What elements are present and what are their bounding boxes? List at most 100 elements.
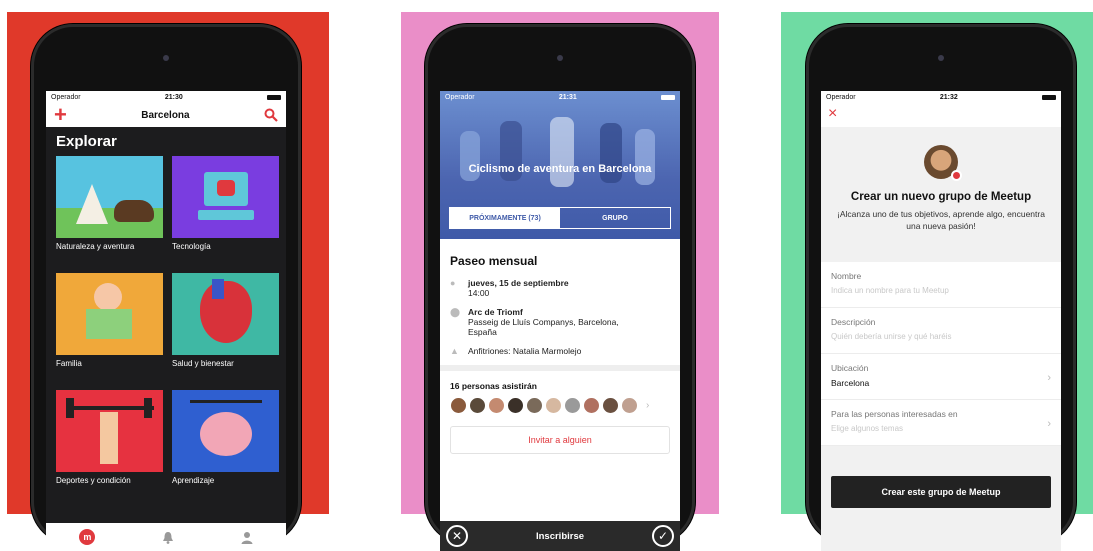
phone-frame: Operador 21:30 + Barcelona Explorar Natu… [31,24,301,551]
avatar [526,397,543,414]
explore-screen: Operador 21:30 + Barcelona Explorar Natu… [46,91,286,551]
status-bar: Operador 21:31 [440,91,680,103]
attendee-count: 16 personas asistirán [450,381,537,391]
status-time: 21:30 [164,93,183,101]
event-screen: Operador 21:31 Ciclismo de aventura en B… [440,91,680,551]
group-form: Nombre Indica un nombre para tu Meetup D… [821,262,1061,446]
close-icon[interactable]: × [821,103,1061,127]
nature-image [56,156,163,238]
category-tile[interactable]: Aprendizaje [172,390,279,507]
field-value: Barcelona [831,378,870,388]
tab-bar: m [46,523,286,551]
page-title: Crear un nuevo grupo de Meetup [850,191,1032,203]
pin-icon: ⬤ [450,307,461,317]
date-row: ● jueves, 15 de septiembre 14:00 [440,278,680,298]
attendee-avatars[interactable]: › [440,395,680,416]
panel-explore: Operador 21:30 + Barcelona Explorar Natu… [7,12,329,551]
field-label: Nombre [831,271,862,281]
hosts-row: ▲ Anfitriones: Natalia Marmolejo [440,346,680,356]
page-subtitle: ¡Alcanza uno de tus objetivos, aprende a… [837,209,1045,231]
category-tile[interactable]: Salud y bienestar [172,273,279,390]
location-row[interactable]: ⬤ Arc de Triomf Passeig de Lluís Companys… [440,307,680,337]
search-icon[interactable] [264,108,278,122]
avatar [564,397,581,414]
status-time: 21:31 [558,93,577,101]
category-tile[interactable]: Tecnología [172,156,279,273]
description-field[interactable]: Descripción Quién debería unirse y qué h… [821,308,1061,354]
field-label: Ubicación [831,363,869,373]
accept-icon[interactable]: ✓ [652,525,674,547]
tab-group[interactable]: GRUPO [560,208,670,228]
meetup-logo-icon[interactable]: m [79,529,96,545]
battery-icon [660,94,675,100]
category-label: Tecnología [172,242,211,251]
avatar [450,397,467,414]
avatar [488,397,505,414]
page-title: Explorar [56,133,117,150]
avatar [602,397,619,414]
create-group-button[interactable]: Crear este grupo de Meetup [831,476,1051,508]
category-tile[interactable]: Familia [56,273,163,390]
location-field[interactable]: Ubicación Barcelona › [821,354,1061,400]
rsvp-label: Inscribirse [535,530,585,542]
profile-icon[interactable] [241,531,253,544]
avatar [469,397,486,414]
group-hero: Operador 21:31 Ciclismo de aventura en B… [440,91,680,239]
category-label: Aprendizaje [172,476,215,485]
carrier-label: Operador [826,93,856,101]
panel-event: Operador 21:31 Ciclismo de aventura en B… [401,12,719,551]
tab-upcoming[interactable]: PRÓXIMAMENTE (73) [450,208,560,228]
field-label: Descripción [831,317,876,327]
status-bar: Operador 21:32 [821,91,1061,103]
field-label: Para las personas interesadas en [831,409,958,419]
decline-icon[interactable]: ✕ [446,525,468,547]
front-camera [557,55,563,61]
carrier-label: Operador [445,93,475,101]
avatar [621,397,638,414]
hosts-text: Anfitriones: Natalia Marmolejo [468,346,582,356]
chevron-right-icon: › [1047,418,1051,430]
category-tile[interactable]: Deportes y condición [56,390,163,507]
panel-create: Operador 21:32 × Crear un nuevo grupo de… [781,12,1093,551]
category-label: Familia [56,359,82,368]
add-icon[interactable]: + [54,104,67,126]
segmented-control: PRÓXIMAMENTE (73) GRUPO [449,207,671,229]
carrier-label: Operador [51,93,81,101]
health-image [172,273,279,355]
avatar [924,145,962,181]
battery-icon [266,94,281,100]
field-placeholder: Indica un nombre para tu Meetup [831,286,949,295]
battery-icon [1041,94,1056,100]
venue-address: Passeig de Lluís Companys, Barcelona, Es… [468,317,619,337]
meetup-badge-icon [951,170,962,181]
city-title[interactable]: Barcelona [141,110,189,121]
family-image [56,273,163,355]
category-label: Deportes y condición [56,476,131,485]
clock-icon: ● [450,278,456,288]
avatar [507,397,524,414]
create-header: Crear un nuevo grupo de Meetup ¡Alcanza … [821,127,1061,262]
front-camera [163,55,169,61]
category-label: Naturaleza y aventura [56,242,135,251]
nav-bar: + Barcelona [46,103,286,127]
person-icon: ▲ [450,346,459,356]
rsvp-bar: ✕ Inscribirse ✓ [440,521,680,551]
topics-field[interactable]: Para las personas interesadas en Elige a… [821,400,1061,446]
category-tile[interactable]: Naturaleza y aventura [56,156,163,273]
chevron-right-icon: › [1047,372,1051,384]
invite-button[interactable]: Invitar a alguien [450,426,670,454]
learning-image [172,390,279,472]
event-time: 14:00 [468,288,490,298]
phone-frame: Operador 21:31 Ciclismo de aventura en B… [425,24,695,551]
name-field[interactable]: Nombre Indica un nombre para tu Meetup [821,262,1061,308]
create-group-screen: Operador 21:32 × Crear un nuevo grupo de… [821,91,1061,551]
chevron-right-icon: › [646,400,650,411]
sports-image [56,390,163,472]
phone-frame: Operador 21:32 × Crear un nuevo grupo de… [806,24,1076,551]
status-bar: Operador 21:30 [46,91,286,103]
field-placeholder: Quién debería unirse y qué haréis [831,332,952,341]
technology-image [172,156,279,238]
bell-icon[interactable] [162,531,174,544]
event-title: Paseo mensual [450,254,538,268]
group-title: Ciclismo de aventura en Barcelona [468,163,652,175]
